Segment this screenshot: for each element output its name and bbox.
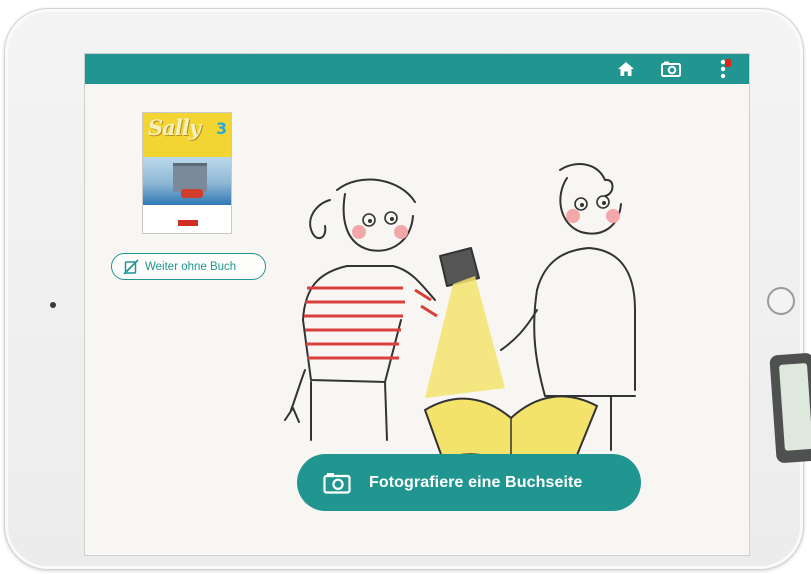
home-icon[interactable] <box>616 59 636 79</box>
device-home-button[interactable] <box>767 287 795 315</box>
book-title: Sally <box>148 115 201 140</box>
photograph-page-button[interactable]: Fotografiere eine Buchseite <box>297 454 641 511</box>
front-camera <box>50 302 56 308</box>
photograph-page-label: Fotografiere eine Buchseite <box>369 473 583 491</box>
continue-without-book-button[interactable]: Weiter ohne Buch <box>111 253 266 280</box>
notification-badge <box>725 59 731 67</box>
book-volume: 3 <box>216 119 228 138</box>
book-crossed-icon <box>123 258 139 275</box>
book-cover-photo <box>143 157 231 205</box>
book-cover[interactable]: Sally 3 <box>142 112 232 234</box>
tablet-frame: Sally 3 Weiter ohne Buch Fotografiere ei… <box>4 8 804 570</box>
publisher-logo <box>178 220 198 226</box>
camera-icon <box>323 472 351 494</box>
continue-without-book-label: Weiter ohne Buch <box>145 260 237 273</box>
top-toolbar <box>85 54 749 84</box>
app-screen: Sally 3 Weiter ohne Buch Fotografiere ei… <box>84 53 750 556</box>
more-vertical-icon[interactable] <box>715 59 731 79</box>
camera-icon[interactable] <box>661 59 681 79</box>
smartphone-prop <box>769 352 811 464</box>
kids-reading-illustration <box>284 163 636 460</box>
